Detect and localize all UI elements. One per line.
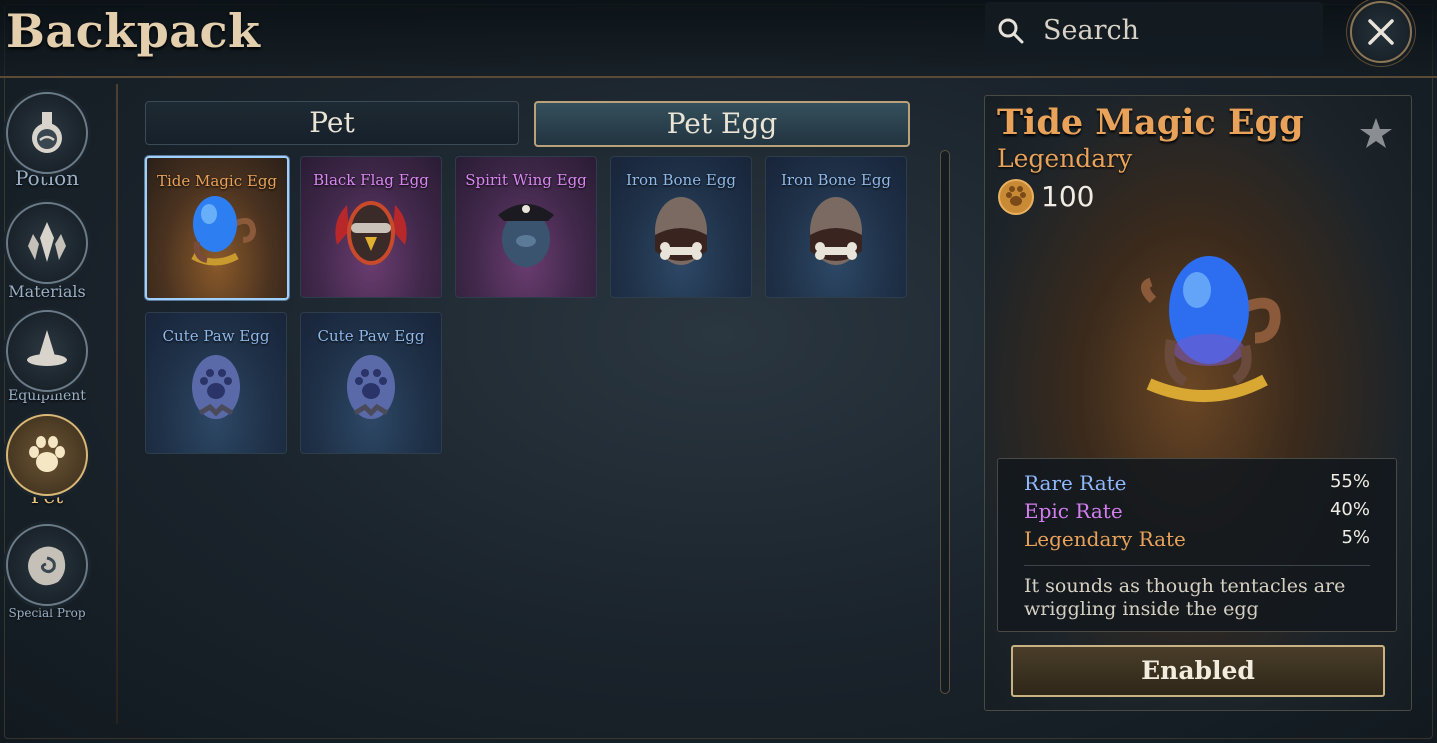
detail-title: Tide Magic Egg xyxy=(997,102,1304,143)
item-card-cute-paw-egg[interactable]: Cute Paw Egg xyxy=(300,312,442,454)
stat-label: Rare Rate xyxy=(1024,471,1127,495)
item-card-iron-bone-egg[interactable]: Iron Bone Egg xyxy=(765,156,907,298)
favorite-star-icon[interactable] xyxy=(1359,116,1393,150)
item-card-tide-magic-egg[interactable]: Tide Magic Egg xyxy=(145,156,289,300)
search-input[interactable] xyxy=(1041,10,1315,50)
stats-divider xyxy=(1024,565,1370,566)
stat-value: 5% xyxy=(1341,527,1370,548)
stat-row-legendary: Legendary Rate 5% xyxy=(1024,527,1370,553)
item-card-iron-bone-egg[interactable]: Iron Bone Egg xyxy=(610,156,752,298)
page-title: Backpack xyxy=(6,4,261,58)
item-card-spirit-wing-egg[interactable]: Spirit Wing Egg xyxy=(455,156,597,298)
sidebar-item-potion[interactable]: Potion xyxy=(6,92,88,190)
item-description: It sounds as though tentacles are wriggl… xyxy=(1024,575,1346,620)
detail-rarity: Legendary xyxy=(997,144,1133,173)
item-detail-panel: Tide Magic Egg Legendary 100 Rare Rate 5… xyxy=(984,95,1412,711)
wizard-hat-icon xyxy=(27,330,67,366)
item-list-scrollbar[interactable] xyxy=(940,150,950,694)
close-button[interactable] xyxy=(1350,1,1412,63)
crystals-icon xyxy=(28,222,66,262)
stat-label: Epic Rate xyxy=(1024,499,1123,523)
iron-bone-egg-icon xyxy=(655,197,707,265)
item-name: Iron Bone Egg xyxy=(625,171,737,189)
item-card-cute-paw-egg[interactable]: Cute Paw Egg xyxy=(145,312,287,454)
paw-icon xyxy=(29,436,65,472)
search-box[interactable] xyxy=(985,2,1323,56)
tide-magic-egg-icon xyxy=(191,196,257,266)
paw-coin-icon xyxy=(998,179,1034,215)
iron-bone-egg-icon xyxy=(810,197,862,265)
sidebar-item-materials[interactable]: Materials xyxy=(6,202,88,301)
item-name: Iron Bone Egg xyxy=(780,171,892,189)
search-icon xyxy=(998,18,1024,44)
sidebar-item-pet[interactable]: Pet xyxy=(6,414,88,508)
stat-label: Legendary Rate xyxy=(1024,527,1186,551)
item-name: Spirit Wing Egg xyxy=(465,171,587,189)
spirit-wing-egg-icon xyxy=(498,204,554,267)
stat-value: 40% xyxy=(1329,499,1370,520)
close-icon xyxy=(1368,19,1394,45)
black-flag-egg-icon xyxy=(335,201,407,265)
sidebar-item-equipment[interactable]: Equipment xyxy=(6,310,88,404)
sidebar-item-special-prop[interactable]: Special Prop xyxy=(6,524,88,620)
stat-value: 55% xyxy=(1329,471,1370,492)
sidebar-item-label: Materials xyxy=(8,282,86,301)
tide-magic-egg-large-icon xyxy=(1141,256,1281,402)
cute-paw-egg-icon xyxy=(347,355,395,419)
price-value: 100 xyxy=(1041,180,1095,213)
tab-pet-egg[interactable]: Pet Egg xyxy=(534,101,910,147)
sidebar-divider xyxy=(116,84,118,724)
potion-flask-icon xyxy=(32,112,62,153)
rate-stats-box: Rare Rate 55% Epic Rate 40% Legendary Ra… xyxy=(997,458,1397,632)
item-card-black-flag-egg[interactable]: Black Flag Egg xyxy=(300,156,442,298)
sidebar-item-label: Special Prop xyxy=(8,606,86,620)
enabled-button[interactable]: Enabled xyxy=(1011,645,1385,697)
item-name: Black Flag Egg xyxy=(313,171,429,189)
stat-row-epic: Epic Rate 40% xyxy=(1024,499,1370,525)
cute-paw-egg-icon xyxy=(192,355,240,419)
swirl-stone-icon xyxy=(28,546,66,586)
item-name: Cute Paw Egg xyxy=(162,327,270,345)
item-name: Tide Magic Egg xyxy=(156,172,278,190)
stat-row-rare: Rare Rate 55% xyxy=(1024,471,1370,497)
header-bar: Backpack xyxy=(0,0,1437,78)
tab-pet[interactable]: Pet xyxy=(145,101,519,145)
item-name: Cute Paw Egg xyxy=(317,327,425,345)
